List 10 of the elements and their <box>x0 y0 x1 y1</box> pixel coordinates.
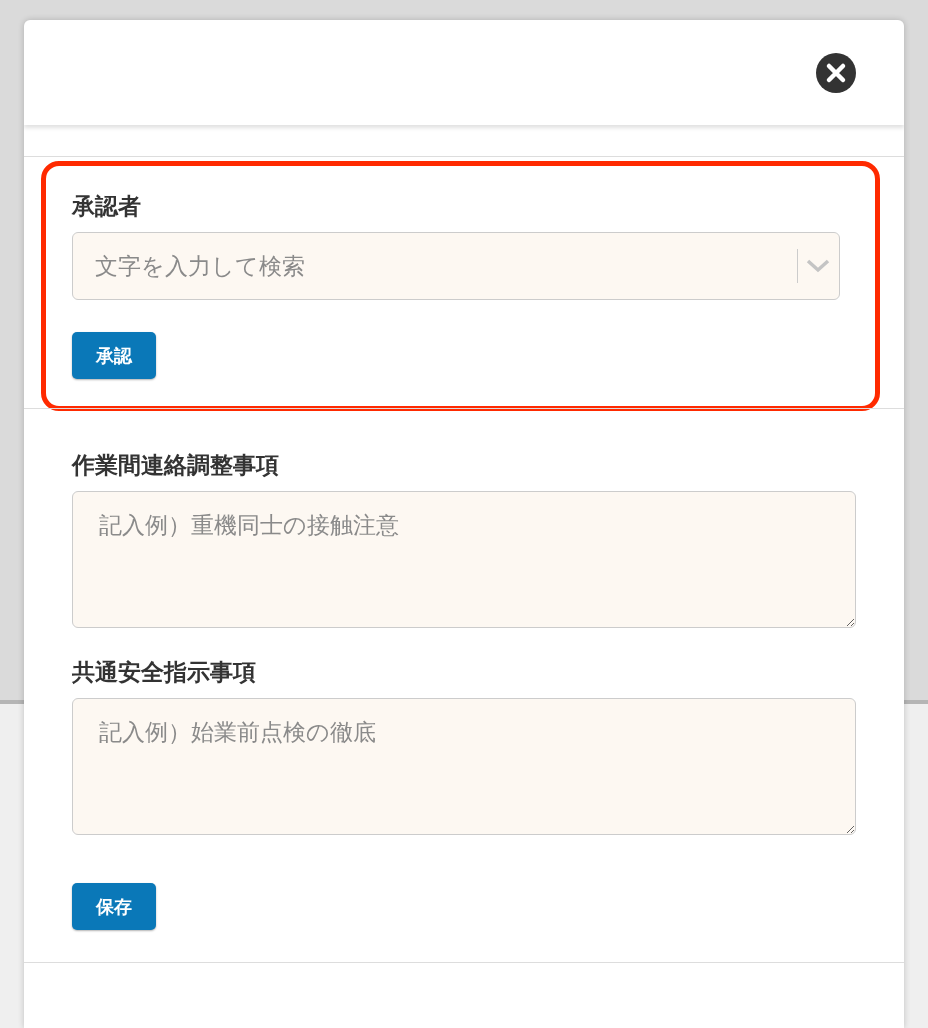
close-icon[interactable] <box>816 52 856 93</box>
field-label: 承認者 <box>72 192 142 221</box>
save-button[interactable]: 保存 <box>72 882 156 930</box>
text-area[interactable]: 記入例）重機同士の接触注意 <box>72 490 856 628</box>
chevron-icon <box>806 258 830 273</box>
field-label: 共通安全指示事項 <box>72 657 257 687</box>
field-label: 作業間連絡調整事項 <box>72 450 280 480</box>
search-select[interactable]: 文字を入力して検索 <box>72 231 840 300</box>
approve-button[interactable]: 承認 <box>72 331 156 379</box>
text-area[interactable]: 記入例）始業前点検の徹底 <box>72 697 856 835</box>
